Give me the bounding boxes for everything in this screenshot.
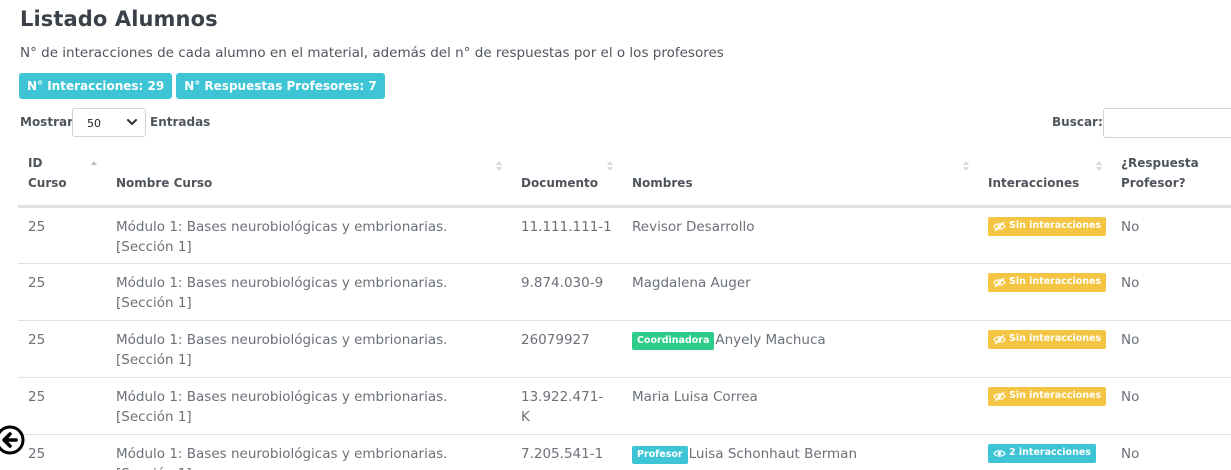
cell-interactions: Sin interacciones — [978, 377, 1111, 435]
no-interactions-badge: Sin interacciones — [988, 216, 1107, 236]
eye-slash-icon — [993, 334, 1006, 344]
cell-id: 25 — [18, 434, 106, 470]
cell-document: 26079927 — [511, 320, 622, 378]
search-label: Buscar: — [1052, 115, 1103, 129]
cell-document: 9.874.030-9 — [511, 263, 622, 321]
role-badge-teacher: Profesor — [632, 445, 688, 464]
cell-names: Magdalena Auger — [622, 263, 978, 321]
header-response-line2: Profesor? — [1121, 175, 1186, 190]
student-name: Luisa Schonhaut Berman — [688, 445, 858, 462]
cell-interactions: Sin interacciones — [978, 206, 1111, 264]
eye-icon — [993, 449, 1006, 457]
page-size-select[interactable]: 50 — [72, 108, 146, 137]
sort-icon — [963, 161, 969, 171]
page-subtitle: N° de interacciones de cada alumno en el… — [20, 45, 724, 61]
interactions-badge[interactable]: 2 interacciones — [988, 443, 1096, 463]
table-header-row: ID Curso Nombre Curso Documento Nombres … — [18, 148, 1231, 208]
interactions-text: Sin interacciones — [1009, 390, 1102, 401]
cell-id: 25 — [18, 206, 106, 264]
header-names-label: Nombres — [632, 175, 693, 190]
entries-label: Entradas — [150, 115, 211, 129]
search-input[interactable] — [1103, 108, 1231, 138]
header-course-label: Nombre Curso — [116, 175, 213, 190]
table-row: 25 Módulo 1: Bases neurobiológicas y emb… — [18, 320, 1231, 378]
chevron-down-icon — [127, 119, 137, 125]
header-response-line1: ¿Respuesta — [1121, 155, 1199, 170]
interactions-count-badge: N° Interacciones: 29 — [19, 73, 173, 99]
student-name: Anyely Machuca — [715, 331, 826, 348]
header-document[interactable]: Documento — [511, 148, 622, 208]
cell-names: Profesor Luisa Schonhaut Berman — [622, 434, 978, 470]
header-interactions[interactable]: Interacciones — [978, 148, 1111, 208]
header-course-name[interactable]: Nombre Curso — [106, 148, 511, 208]
cell-answered: No — [1111, 263, 1231, 321]
student-name: Revisor Desarrollo — [632, 218, 755, 235]
eye-slash-icon — [993, 391, 1006, 401]
summary-badges: N° Interacciones: 29 N° Respuestas Profe… — [19, 73, 385, 99]
table-row: 25 Módulo 1: Bases neurobiológicas y emb… — [18, 263, 1231, 321]
students-table: ID Curso Nombre Curso Documento Nombres … — [18, 148, 1231, 470]
cell-interactions: Sin interacciones — [978, 263, 1111, 321]
eye-slash-icon — [993, 221, 1006, 231]
cell-document: 7.205.541-1 — [511, 434, 622, 470]
cell-document: 11.111.111-1 — [511, 206, 622, 264]
cell-interactions: 2 interacciones — [978, 434, 1111, 470]
interactions-text: 2 interacciones — [1009, 447, 1091, 458]
cell-answered: No — [1111, 434, 1231, 470]
arrow-left-circle-icon[interactable] — [0, 421, 28, 459]
cell-answered: No — [1111, 320, 1231, 378]
interactions-text: Sin interacciones — [1009, 220, 1102, 231]
cell-id: 25 — [18, 377, 106, 435]
header-id-line2: Curso — [28, 175, 67, 190]
no-interactions-badge: Sin interacciones — [988, 386, 1107, 406]
table-row: 25 Módulo 1: Bases neurobiológicas y emb… — [18, 377, 1231, 435]
table-controls: Mostrar 50 Entradas Buscar: — [20, 108, 1231, 138]
responses-count-badge: N° Respuestas Profesores: 7 — [176, 73, 385, 99]
sort-icon — [1096, 161, 1102, 171]
cell-names: Maria Luisa Correa — [622, 377, 978, 435]
no-interactions-badge: Sin interacciones — [988, 329, 1107, 349]
cell-id: 25 — [18, 263, 106, 321]
page-title: Listado Alumnos — [20, 7, 218, 31]
cell-answered: No — [1111, 206, 1231, 264]
header-names[interactable]: Nombres — [622, 148, 978, 208]
student-name: Magdalena Auger — [632, 274, 751, 291]
header-interactions-label: Interacciones — [988, 175, 1080, 190]
cell-answered: No — [1111, 377, 1231, 435]
cell-course: Módulo 1: Bases neurobiológicas y embrio… — [106, 263, 511, 321]
student-name: Maria Luisa Correa — [632, 388, 758, 405]
cell-document: 13.922.471-K — [511, 377, 622, 435]
show-label: Mostrar — [20, 115, 73, 129]
cell-names: Coordinadora Anyely Machuca — [622, 320, 978, 378]
no-interactions-badge: Sin interacciones — [988, 272, 1107, 292]
header-teacher-response[interactable]: ¿Respuesta Profesor? — [1111, 148, 1231, 208]
cell-names: Revisor Desarrollo — [622, 206, 978, 264]
cell-course: Módulo 1: Bases neurobiológicas y embrio… — [106, 206, 511, 264]
table-row: 25 Módulo 1: Bases neurobiológicas y emb… — [18, 434, 1231, 470]
table-row: 25 Módulo 1: Bases neurobiológicas y emb… — [18, 206, 1231, 264]
sort-icon — [607, 161, 613, 171]
header-document-label: Documento — [521, 175, 599, 190]
header-id-line1: ID — [28, 155, 43, 170]
interactions-text: Sin interacciones — [1009, 276, 1102, 287]
cell-id: 25 — [18, 320, 106, 378]
header-id-course[interactable]: ID Curso — [18, 148, 106, 208]
cell-course: Módulo 1: Bases neurobiológicas y embrio… — [106, 320, 511, 378]
eye-slash-icon — [993, 277, 1006, 287]
sort-icon — [496, 161, 502, 171]
interactions-text: Sin interacciones — [1009, 333, 1102, 344]
page-size-value: 50 — [87, 117, 101, 130]
cell-interactions: Sin interacciones — [978, 320, 1111, 378]
role-badge-coordinator: Coordinadora — [632, 331, 715, 350]
cell-course: Módulo 1: Bases neurobiológicas y embrio… — [106, 434, 511, 470]
sort-asc-icon — [91, 161, 97, 165]
cell-course: Módulo 1: Bases neurobiológicas y embrio… — [106, 377, 511, 435]
